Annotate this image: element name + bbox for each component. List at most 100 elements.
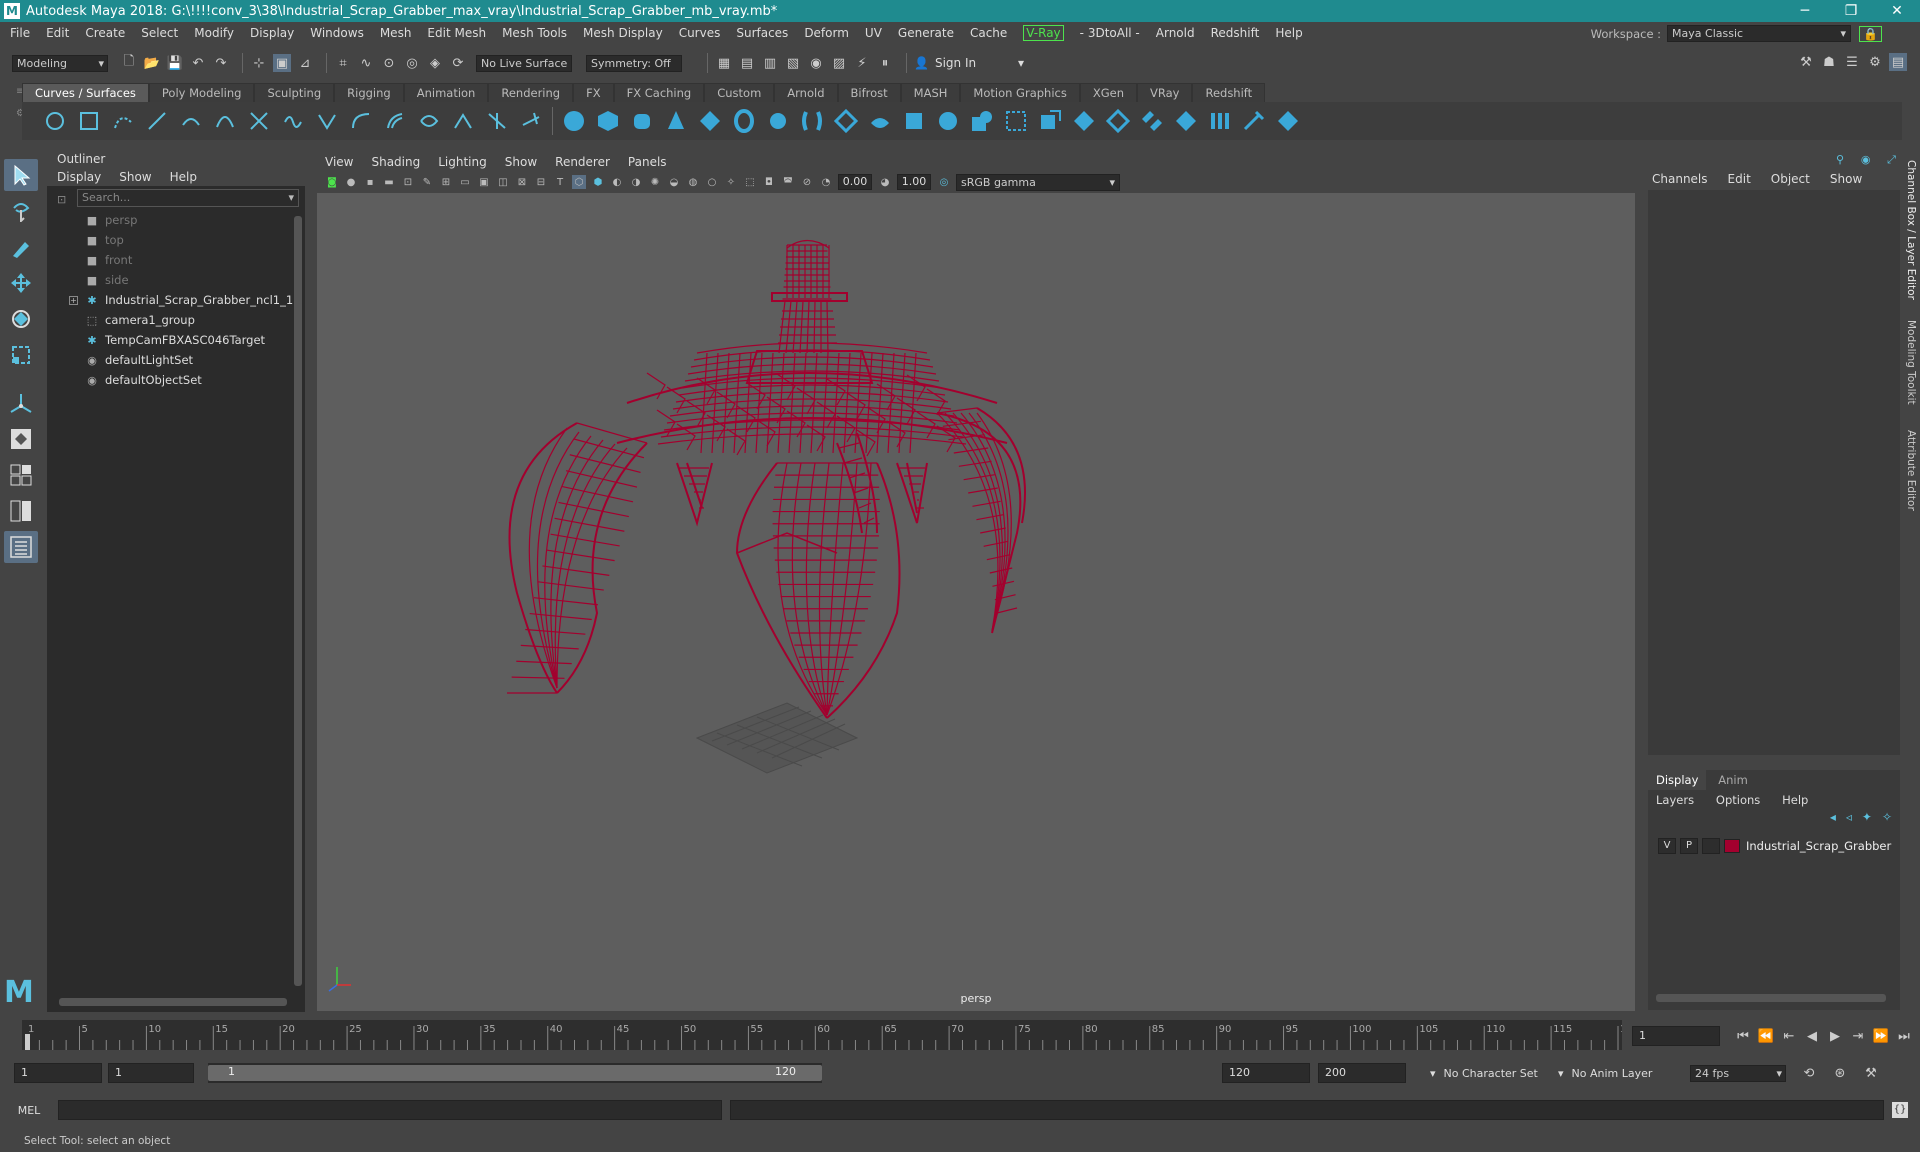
camera-attributes-icon[interactable]: ● xyxy=(344,175,358,189)
playback-end-field[interactable]: 120 xyxy=(1222,1063,1310,1083)
time-slider[interactable]: 1 5 10 15 20 25 30 35 40 45 50 55 60 65 70 75 80 85 90 95 10… xyxy=(22,1020,1622,1050)
channel-menu-show[interactable]: Show xyxy=(1830,170,1862,188)
untrim-icon[interactable] xyxy=(1071,108,1097,134)
nurbs-cube-icon[interactable] xyxy=(595,108,621,134)
play-forward-icon[interactable]: ▶ xyxy=(1826,1027,1844,1045)
channel-menu-edit[interactable]: Edit xyxy=(1728,170,1751,188)
anim-layer-select[interactable]: ▾ No Anim Layer xyxy=(1558,1067,1668,1080)
menu-select[interactable]: Select xyxy=(141,26,178,40)
menu-edit-mesh[interactable]: Edit Mesh xyxy=(427,26,486,40)
use-all-lights-icon[interactable]: ✺ xyxy=(648,175,662,189)
resolution-gate-icon[interactable]: ▣ xyxy=(477,175,491,189)
outliner-item-default-object-set[interactable]: ◉ defaultObjectSet xyxy=(47,370,305,390)
viewport-menu-show[interactable]: Show xyxy=(505,155,537,169)
menu-mesh-display[interactable]: Mesh Display xyxy=(583,26,663,40)
move-tool-icon[interactable] xyxy=(4,267,38,299)
screen-space-ao-icon[interactable]: ◘ xyxy=(762,175,776,189)
go-to-end-icon[interactable]: ⏭ xyxy=(1895,1027,1913,1045)
menu-curves[interactable]: Curves xyxy=(679,26,721,40)
scale-tool-icon[interactable] xyxy=(4,339,38,371)
nurbs-cylinder-icon[interactable] xyxy=(629,108,655,134)
step-back-frame-icon[interactable]: ⇤ xyxy=(1780,1027,1798,1045)
outliner-item-side[interactable]: ■ side xyxy=(47,270,305,290)
single-perspective-layout-icon[interactable] xyxy=(4,423,38,455)
insert-knot-icon[interactable] xyxy=(314,108,340,134)
close-icon[interactable]: ✕ xyxy=(1874,0,1920,22)
layer-row[interactable]: V P Industrial_Scrap_Grabber xyxy=(1648,836,1900,856)
modeling-toolkit-icon[interactable]: ⚒ xyxy=(1797,53,1815,71)
menu-cache[interactable]: Cache xyxy=(970,26,1007,40)
channel-menu-channels[interactable]: Channels xyxy=(1652,170,1708,188)
animation-end-field[interactable]: 200 xyxy=(1318,1063,1406,1083)
cv-curve-icon[interactable] xyxy=(110,108,136,134)
outliner-search-input[interactable]: Search... ▾ xyxy=(77,189,299,207)
layer-menu-help[interactable]: Help xyxy=(1782,793,1808,807)
image-plane-icon[interactable]: ▬ xyxy=(382,175,396,189)
grid-toggle-icon[interactable]: ⊞ xyxy=(439,175,453,189)
outliner-menu-display[interactable]: Display xyxy=(57,168,101,186)
extend-curve-icon[interactable] xyxy=(348,108,374,134)
animation-start-field[interactable]: 1 xyxy=(14,1063,102,1083)
command-input[interactable] xyxy=(58,1100,722,1120)
select-hierarchy-icon[interactable]: ⊹ xyxy=(250,54,268,72)
menu-mesh[interactable]: Mesh xyxy=(380,26,412,40)
playback-start-field[interactable]: 1 xyxy=(108,1063,194,1083)
menu-file[interactable]: File xyxy=(10,26,30,40)
move-layer-down-icon[interactable]: ◃ xyxy=(1846,810,1852,828)
new-scene-icon[interactable]: 🗋 xyxy=(120,54,138,72)
fps-select[interactable]: 24 fps ▾ xyxy=(1690,1064,1786,1082)
attach-curves-icon[interactable] xyxy=(246,108,272,134)
viewport-menu-view[interactable]: View xyxy=(325,155,353,169)
insert-isoparm-icon[interactable] xyxy=(1241,108,1267,134)
bookmarks-icon[interactable]: ▪ xyxy=(363,175,377,189)
select-tool-icon[interactable] xyxy=(4,159,38,191)
search-dropdown-icon[interactable]: ▾ xyxy=(288,190,294,206)
snap-curve-icon[interactable]: ∿ xyxy=(357,54,375,72)
tool-settings-icon[interactable]: ⚙ xyxy=(1866,53,1884,71)
field-chart-icon[interactable]: ⊠ xyxy=(515,175,529,189)
menu-arnold[interactable]: Arnold xyxy=(1156,26,1195,40)
menu-uv[interactable]: UV xyxy=(865,26,882,40)
select-camera-icon[interactable]: ◙ xyxy=(325,175,339,189)
shelf-tab-poly-modeling[interactable]: Poly Modeling xyxy=(148,83,255,102)
new-layer-icon[interactable]: ✦ xyxy=(1862,810,1872,828)
shelf-tab-rendering[interactable]: Rendering xyxy=(488,83,574,102)
auto-key-icon[interactable]: ⊛ xyxy=(1831,1064,1849,1082)
exposure-icon[interactable]: ◔ xyxy=(819,175,833,189)
side-tab-attribute-editor[interactable]: Attribute Editor xyxy=(1905,430,1917,511)
menu-edit[interactable]: Edit xyxy=(46,26,69,40)
detach-surfaces-icon[interactable] xyxy=(1139,108,1165,134)
live-surface-field[interactable]: No Live Surface xyxy=(476,54,572,72)
symmetry-select[interactable]: Symmetry: Off xyxy=(586,54,682,72)
menu-help[interactable]: Help xyxy=(1275,26,1302,40)
layer-display-type-toggle[interactable] xyxy=(1702,838,1720,854)
color-space-select[interactable]: sRGB gamma ▾ xyxy=(956,173,1120,191)
bevel-plus-icon[interactable] xyxy=(935,108,961,134)
isolate-select-icon[interactable]: ⬚ xyxy=(743,175,757,189)
render-settings-icon[interactable]: ▧ xyxy=(784,54,802,72)
viewport-menu-lighting[interactable]: Lighting xyxy=(438,155,487,169)
shelf-tab-xgen[interactable]: XGen xyxy=(1079,83,1137,102)
outliner-item-tempcam-target[interactable]: ✱ TempCamFBXASC046Target xyxy=(47,330,305,350)
outliner-menu-show[interactable]: Show xyxy=(119,168,151,186)
viewport-menu-shading[interactable]: Shading xyxy=(371,155,420,169)
nurbs-plane-icon[interactable] xyxy=(697,108,723,134)
loft-icon[interactable] xyxy=(799,108,825,134)
pencil-curve-icon[interactable] xyxy=(178,108,204,134)
vray-ipr-icon[interactable]: ⚡ xyxy=(853,54,871,72)
persp-outliner-layout-icon[interactable] xyxy=(4,495,38,527)
go-to-start-icon[interactable]: ⏮ xyxy=(1734,1027,1752,1045)
render-frame-icon[interactable]: ▤ xyxy=(738,54,756,72)
save-scene-icon[interactable]: 💾 xyxy=(166,54,184,72)
perspective-viewport[interactable]: persp xyxy=(317,193,1635,1011)
revolve-icon[interactable] xyxy=(765,108,791,134)
menu-windows[interactable]: Windows xyxy=(310,26,364,40)
extrude-icon[interactable] xyxy=(867,108,893,134)
safe-action-icon[interactable]: ⊟ xyxy=(534,175,548,189)
outliner-menu-help[interactable]: Help xyxy=(170,168,197,186)
menu-deform[interactable]: Deform xyxy=(804,26,849,40)
snap-surface-icon[interactable]: ◈ xyxy=(426,54,444,72)
script-language-label[interactable]: MEL xyxy=(0,1104,58,1117)
shelf-tab-motion-graphics[interactable]: Motion Graphics xyxy=(960,83,1080,102)
viewport-menu-renderer[interactable]: Renderer xyxy=(555,155,610,169)
